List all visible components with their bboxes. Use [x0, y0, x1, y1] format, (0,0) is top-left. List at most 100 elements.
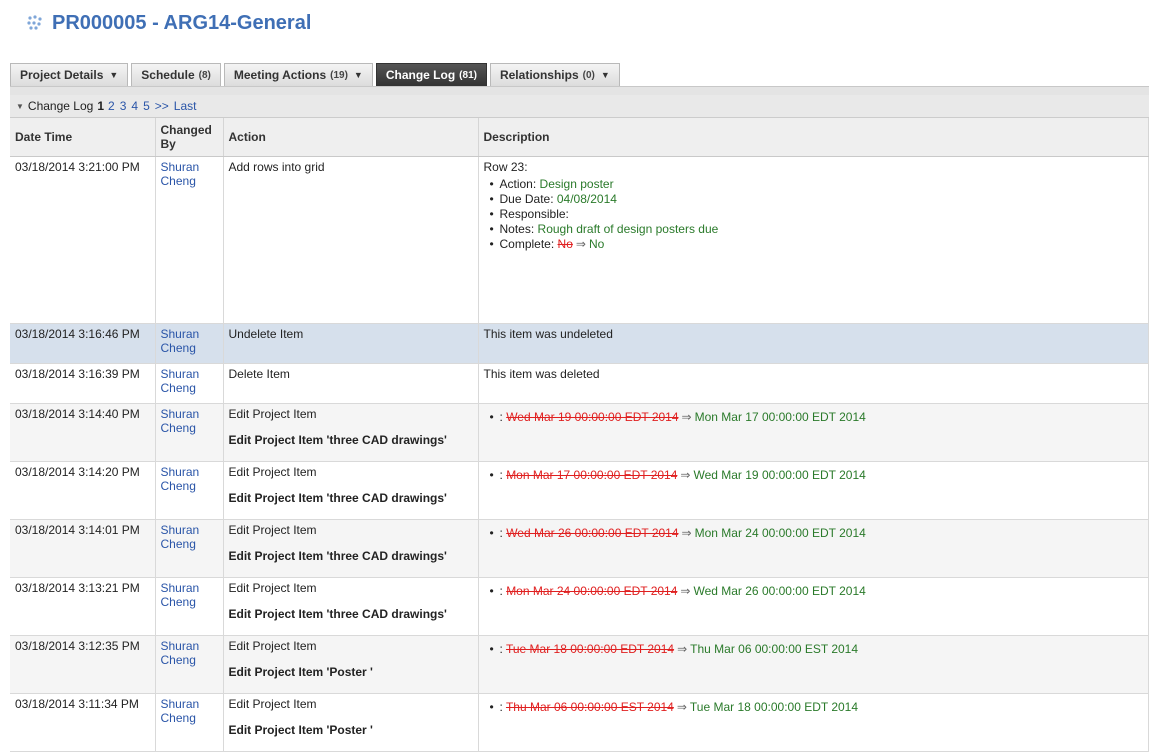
tab-label: Project Details [20, 68, 104, 82]
cell-description: : Mon Mar 24 00:00:00 EDT 2014⇒Wed Mar 2… [478, 577, 1149, 636]
pager-page-5[interactable]: 5 [143, 99, 150, 113]
project-icon [27, 15, 42, 30]
cell-changed-by: Shuran Cheng [155, 577, 224, 636]
list-item: Action: Design poster [490, 177, 1144, 192]
tab-project-details[interactable]: Project Details ▼ [10, 63, 129, 86]
action-detail: Edit Project Item 'Poster ' [228, 665, 373, 679]
user-last: Cheng [160, 711, 196, 725]
cell-description: : Tue Mar 18 00:00:00 EDT 2014⇒Thu Mar 0… [478, 635, 1149, 694]
right-arrow-icon: ⇒ [676, 700, 687, 714]
user-first: Shuran [160, 523, 200, 537]
tab-label: Meeting Actions [233, 68, 327, 82]
cell-description: : Wed Mar 19 00:00:00 EDT 2014⇒Mon Mar 1… [478, 403, 1149, 462]
cell-datetime: 03/18/2014 3:16:39 PM [10, 363, 156, 404]
user-first: Shuran [160, 697, 200, 711]
pager-last[interactable]: Last [174, 99, 197, 113]
tab-count: (19) [330, 69, 348, 81]
field-key: : [499, 410, 503, 424]
column-header-action[interactable]: Action [223, 118, 479, 157]
cell-datetime: 03/18/2014 3:14:20 PM [10, 461, 156, 520]
user-last: Cheng [160, 595, 196, 609]
cell-datetime: 03/18/2014 3:14:40 PM [10, 403, 156, 462]
cell-datetime: 03/18/2014 3:14:01 PM [10, 519, 156, 578]
tab-count: (8) [198, 69, 211, 81]
right-arrow-icon: ⇒ [681, 526, 692, 540]
tab-count: (81) [459, 69, 477, 81]
tab-relationships[interactable]: Relationships (0) ▼ [489, 63, 620, 86]
user-link[interactable]: Shuran Cheng [161, 367, 218, 395]
user-last: Cheng [160, 174, 196, 188]
tab-label: Change Log [385, 68, 456, 82]
user-link[interactable]: Shuran Cheng [161, 523, 218, 551]
table-row: 03/18/2014 3:14:40 PM Shuran Cheng Edit P… [10, 403, 1149, 462]
user-link[interactable]: Shuran Cheng [161, 697, 218, 725]
column-header-description[interactable]: Description [478, 118, 1149, 157]
field-key: Responsible: [499, 207, 569, 221]
cell-description: This item was undeleted [478, 323, 1149, 364]
cell-datetime: 03/18/2014 3:12:35 PM [10, 635, 156, 694]
tab-meeting-actions[interactable]: Meeting Actions (19) ▼ [223, 63, 373, 86]
user-link[interactable]: Shuran Cheng [161, 639, 218, 667]
table-row: 03/18/2014 3:14:01 PM Shuran Cheng Edit P… [10, 519, 1149, 578]
user-last: Cheng [160, 653, 196, 667]
old-value: Mon Mar 17 00:00:00 EDT 2014 [506, 468, 678, 482]
tab-schedule[interactable]: Schedule (8) [131, 63, 221, 86]
pager-page-4[interactable]: 4 [131, 99, 138, 113]
new-value: Mon Mar 17 00:00:00 EDT 2014 [694, 410, 866, 424]
tab-bar: Project Details ▼ Schedule (8) Meeting A… [10, 62, 623, 86]
action-detail: Edit Project Item 'three CAD drawings' [228, 549, 447, 563]
pager-page-3[interactable]: 3 [120, 99, 127, 113]
page-header: PR000005 - ARG14-General [26, 8, 311, 38]
caret-down-icon: ▼ [600, 70, 610, 80]
tab-change-log[interactable]: Change Log (81) [375, 63, 487, 86]
pager-current-page: 1 [97, 99, 104, 113]
user-first: Shuran [160, 639, 200, 653]
user-last: Cheng [160, 341, 196, 355]
field-key: : [499, 468, 503, 482]
user-link[interactable]: Shuran Cheng [161, 160, 218, 188]
list-item: : Thu Mar 06 00:00:00 EST 2014⇒Tue Mar 1… [490, 700, 1144, 715]
user-first: Shuran [160, 327, 200, 341]
new-value: Mon Mar 24 00:00:00 EDT 2014 [694, 526, 866, 540]
caret-down-icon: ▼ [109, 70, 119, 80]
change-list: : Wed Mar 26 00:00:00 EDT 2014⇒Mon Mar 2… [484, 526, 1144, 541]
list-item: Complete: No⇒No [490, 237, 1144, 252]
user-last: Cheng [160, 421, 196, 435]
user-first: Shuran [160, 407, 200, 421]
collapse-triangle-icon[interactable]: ▼ [16, 102, 24, 111]
change-list: : Tue Mar 18 00:00:00 EDT 2014⇒Thu Mar 0… [484, 642, 1144, 657]
user-link[interactable]: Shuran Cheng [161, 407, 218, 435]
pager-page-2[interactable]: 2 [108, 99, 115, 113]
user-link[interactable]: Shuran Cheng [161, 465, 218, 493]
user-link[interactable]: Shuran Cheng [161, 327, 218, 355]
user-first: Shuran [160, 367, 200, 381]
list-item: Notes: Rough draft of design posters due [490, 222, 1144, 237]
field-key: Complete: [499, 237, 555, 251]
pagination-bar: ▼ Change Log 1 2 3 4 5 >> Last [10, 95, 1149, 118]
column-header-changed-by[interactable]: Changed By [155, 118, 224, 157]
cell-action: Edit Project Item Edit Project Item 'thre… [223, 461, 479, 520]
new-value: Thu Mar 06 00:00:00 EST 2014 [690, 642, 859, 656]
tab-label: Relationships [499, 68, 579, 82]
field-key: : [499, 584, 503, 598]
new-value: Tue Mar 18 00:00:00 EDT 2014 [689, 700, 859, 714]
cell-changed-by: Shuran Cheng [155, 519, 224, 578]
table-row: 03/18/2014 3:13:21 PM Shuran Cheng Edit P… [10, 577, 1149, 636]
right-arrow-icon: ⇒ [680, 584, 691, 598]
right-arrow-icon: ⇒ [677, 642, 688, 656]
user-first: Shuran [160, 581, 200, 595]
user-link[interactable]: Shuran Cheng [161, 581, 218, 609]
change-list: : Mon Mar 24 00:00:00 EDT 2014⇒Wed Mar 2… [484, 584, 1144, 599]
field-key: Due Date: [499, 192, 554, 206]
new-value: Design poster [539, 177, 614, 191]
cell-changed-by: Shuran Cheng [155, 635, 224, 694]
right-arrow-icon: ⇒ [680, 468, 691, 482]
column-header-datetime[interactable]: Date Time [10, 118, 156, 157]
caret-down-icon: ▼ [353, 70, 363, 80]
cell-description: This item was deleted [478, 363, 1149, 404]
old-value: No [557, 237, 573, 251]
user-last: Cheng [160, 479, 196, 493]
cell-action: Edit Project Item Edit Project Item 'thre… [223, 403, 479, 462]
new-value: Rough draft of design posters due [537, 222, 719, 236]
pager-next[interactable]: >> [155, 99, 169, 113]
